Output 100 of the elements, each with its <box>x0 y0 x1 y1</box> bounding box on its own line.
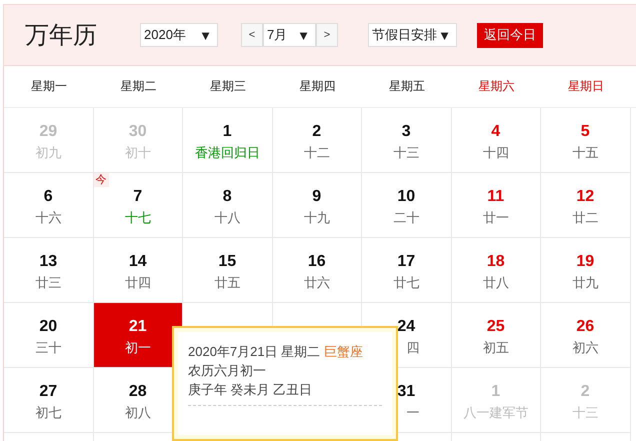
lunar-date: 十八 <box>214 210 240 226</box>
day-cell[interactable]: 27 初七 <box>4 368 94 433</box>
day-number: 10 <box>397 187 416 207</box>
constellation: 巨蟹座 <box>324 344 363 359</box>
month-select[interactable]: 7月 ▼ <box>263 23 316 47</box>
weekday-label: 星期一 <box>30 78 67 95</box>
lunar-date: 廿五 <box>214 275 240 291</box>
day-cell[interactable]: 15 廿五 <box>183 238 272 303</box>
day-number: 1 <box>491 382 500 402</box>
lunar-date: 十六 <box>35 210 62 226</box>
day-cell[interactable]: 3 十三 <box>362 108 452 173</box>
day-cell[interactable]: 5 十五 <box>541 108 630 173</box>
day-cell[interactable]: 19 廿九 <box>541 238 630 303</box>
day-cell[interactable]: 17 廿七 <box>362 238 452 303</box>
day-cell[interactable]: 10 二十 <box>362 173 452 238</box>
lunar-date: 廿九 <box>572 275 598 291</box>
prev-month-button[interactable]: < <box>241 23 263 47</box>
day-cell[interactable]: 25 初五 <box>452 303 541 368</box>
lunar-date: 十四 <box>482 145 509 161</box>
day-number: 31 <box>397 382 416 402</box>
day-number: 3 <box>402 122 411 142</box>
lunar-date: 十三 <box>572 405 598 421</box>
dropdown-arrow-icon: ▼ <box>297 28 310 42</box>
holiday-select[interactable]: 节假日安排▼ <box>368 23 457 47</box>
day-number: 2 <box>312 122 322 142</box>
today-badge: 今 <box>94 173 108 187</box>
day-number: 24 <box>397 317 416 337</box>
weekday-label: 星期三 <box>210 78 246 95</box>
lunar-date: 初九 <box>35 145 62 161</box>
lunar-date: 初七 <box>35 405 62 421</box>
day-cell[interactable]: 11 廿一 <box>452 173 541 238</box>
day-number: 4 <box>491 122 500 142</box>
day-number: 8 <box>222 187 232 207</box>
lunar-full-date: 农历六月初一 <box>188 362 267 380</box>
lunar-date: 廿二 <box>572 210 598 226</box>
lunar-date: 初十 <box>124 145 151 161</box>
day-number: 11 <box>487 187 504 207</box>
day-number: 19 <box>576 252 594 272</box>
weekday-label: 星期二 <box>120 78 156 95</box>
select-value: 2020年 <box>144 26 186 44</box>
weekday-label: 星期四 <box>299 78 336 95</box>
day-cell[interactable]: 2 十二 <box>272 108 362 173</box>
day-number: 9 <box>312 187 322 207</box>
today-button[interactable]: 返回今日 <box>477 22 543 48</box>
day-cell[interactable]: 9 十九 <box>272 173 362 238</box>
lunar-date: 十五 <box>572 145 598 161</box>
day-cell[interactable]: 21 初一 <box>94 303 183 368</box>
dropdown-arrow-icon: ▼ <box>199 28 212 42</box>
lunar-date: 廿六 <box>304 275 330 291</box>
lunar-date: 三十 <box>35 340 62 356</box>
next-month-button[interactable]: > <box>316 23 338 47</box>
day-number: 26 <box>576 317 594 337</box>
dropdown-arrow-icon: ▼ <box>438 28 451 42</box>
lunar-date: 廿三 <box>35 275 62 291</box>
day-number: 21 <box>128 317 147 337</box>
day-number: 18 <box>486 252 505 272</box>
day-cell[interactable]: 16 廿六 <box>272 238 362 303</box>
day-cell[interactable]: 4 十四 <box>452 108 541 173</box>
lunar-date: 十九 <box>304 210 330 226</box>
weekday-label: 星期六 <box>478 78 514 95</box>
day-number: 17 <box>397 252 416 272</box>
lunar-date: 初八 <box>124 405 151 421</box>
year-select[interactable]: 2020年 ▼ <box>140 23 218 47</box>
weekday-label: 星期五 <box>388 78 425 95</box>
day-cell[interactable]: 26 初六 <box>541 303 630 368</box>
lunar-date: 十二 <box>304 145 330 161</box>
day-number: 30 <box>128 122 147 142</box>
app-title: 万年历 <box>25 21 98 51</box>
day-cell[interactable]: 13 廿三 <box>4 238 94 303</box>
lunar-date: 四 <box>405 340 420 356</box>
day-number: 14 <box>128 252 147 272</box>
lunar-date: 廿四 <box>124 275 151 291</box>
day-number: 27 <box>39 382 58 402</box>
lunar-date: 十三 <box>393 145 420 161</box>
day-number: 12 <box>576 187 594 207</box>
lunar-date: 香港回归日 <box>194 145 260 161</box>
day-number: 20 <box>39 317 58 337</box>
day-cell[interactable]: 7 十七 今 <box>94 173 183 238</box>
lunar-date: 一 <box>405 405 420 421</box>
lunar-date: 十七 <box>124 210 151 226</box>
ganzhi-date: 庚子年 癸未月 乙丑日 <box>188 381 314 399</box>
day-cell[interactable]: 18 廿八 <box>452 238 541 303</box>
day-cell[interactable]: 1 香港回归日 <box>183 108 272 173</box>
day-number: 6 <box>44 187 53 207</box>
day-cell[interactable]: 12 廿二 <box>541 173 630 238</box>
day-cell[interactable]: 8 十八 <box>183 173 272 238</box>
day-number: 1 <box>222 122 232 142</box>
lunar-date: 廿八 <box>482 275 509 291</box>
day-number: 13 <box>39 252 58 272</box>
lunar-date: 八一建军节 <box>463 405 528 421</box>
lunar-date: 初一 <box>124 340 151 356</box>
select-value: 节假日安排 <box>372 26 437 44</box>
lunar-date: 廿七 <box>393 275 420 291</box>
lunar-date: 初五 <box>482 340 509 356</box>
select-value: 7月 <box>267 26 288 44</box>
day-number: 15 <box>218 252 236 272</box>
day-number: 2 <box>580 382 590 402</box>
day-number: 29 <box>39 122 58 142</box>
day-cell[interactable]: 6 十六 <box>4 173 94 238</box>
day-number: 28 <box>128 382 147 402</box>
